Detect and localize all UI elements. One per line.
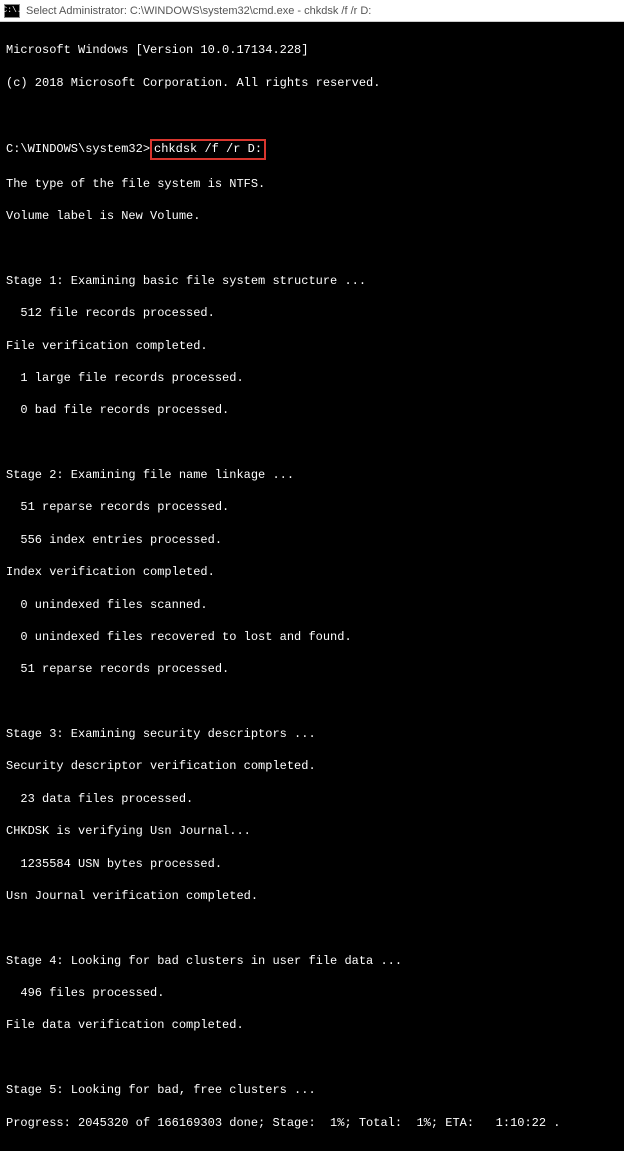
copyright-line: (c) 2018 Microsoft Corporation. All righ… <box>6 75 618 91</box>
prompt-path: C:\WINDOWS\system32> <box>6 142 150 156</box>
blank <box>6 920 618 936</box>
window-title-bar[interactable]: C:\. Select Administrator: C:\WINDOWS\sy… <box>0 0 624 22</box>
stage4-verify: File data verification completed. <box>6 1017 618 1033</box>
stage1-large: 1 large file records processed. <box>6 370 618 386</box>
stage5-progress: Progress: 2045320 of 166169303 done; Sta… <box>6 1115 618 1131</box>
blank <box>6 1050 618 1066</box>
stage2-title: Stage 2: Examining file name linkage ... <box>6 467 618 483</box>
blank <box>6 694 618 710</box>
stage2-scanned: 0 unindexed files scanned. <box>6 597 618 613</box>
stage3-title: Stage 3: Examining security descriptors … <box>6 726 618 742</box>
stage1-bad: 0 bad file records processed. <box>6 402 618 418</box>
stage5-title: Stage 5: Looking for bad, free clusters … <box>6 1082 618 1098</box>
terminal-output[interactable]: Microsoft Windows [Version 10.0.17134.22… <box>0 22 624 1151</box>
stage3-data: 23 data files processed. <box>6 791 618 807</box>
stage3-bytes: 1235584 USN bytes processed. <box>6 856 618 872</box>
stage3-usndone: Usn Journal verification completed. <box>6 888 618 904</box>
stage2-reparse: 51 reparse records processed. <box>6 499 618 515</box>
blank <box>6 435 618 451</box>
blank <box>6 107 618 123</box>
stage2-recovered: 0 unindexed files recovered to lost and … <box>6 629 618 645</box>
stage4-title: Stage 4: Looking for bad clusters in use… <box>6 953 618 969</box>
stage4-files: 496 files processed. <box>6 985 618 1001</box>
cmd-icon: C:\. <box>4 4 20 18</box>
window-title: Select Administrator: C:\WINDOWS\system3… <box>26 5 371 17</box>
stage3-usn: CHKDSK is verifying Usn Journal... <box>6 823 618 839</box>
stage2-reparse2: 51 reparse records processed. <box>6 661 618 677</box>
stage1-records: 512 file records processed. <box>6 305 618 321</box>
command-highlight: chkdsk /f /r D: <box>150 139 266 159</box>
blank <box>6 240 618 256</box>
stage3-verify: Security descriptor verification complet… <box>6 758 618 774</box>
command-prompt: C:\WINDOWS\system32>chkdsk /f /r D: <box>6 139 618 159</box>
stage1-verify: File verification completed. <box>6 338 618 354</box>
volume-label-line: Volume label is New Volume. <box>6 208 618 224</box>
stage2-index: 556 index entries processed. <box>6 532 618 548</box>
stage1-title: Stage 1: Examining basic file system str… <box>6 273 618 289</box>
fs-type-line: The type of the file system is NTFS. <box>6 176 618 192</box>
version-line: Microsoft Windows [Version 10.0.17134.22… <box>6 42 618 58</box>
